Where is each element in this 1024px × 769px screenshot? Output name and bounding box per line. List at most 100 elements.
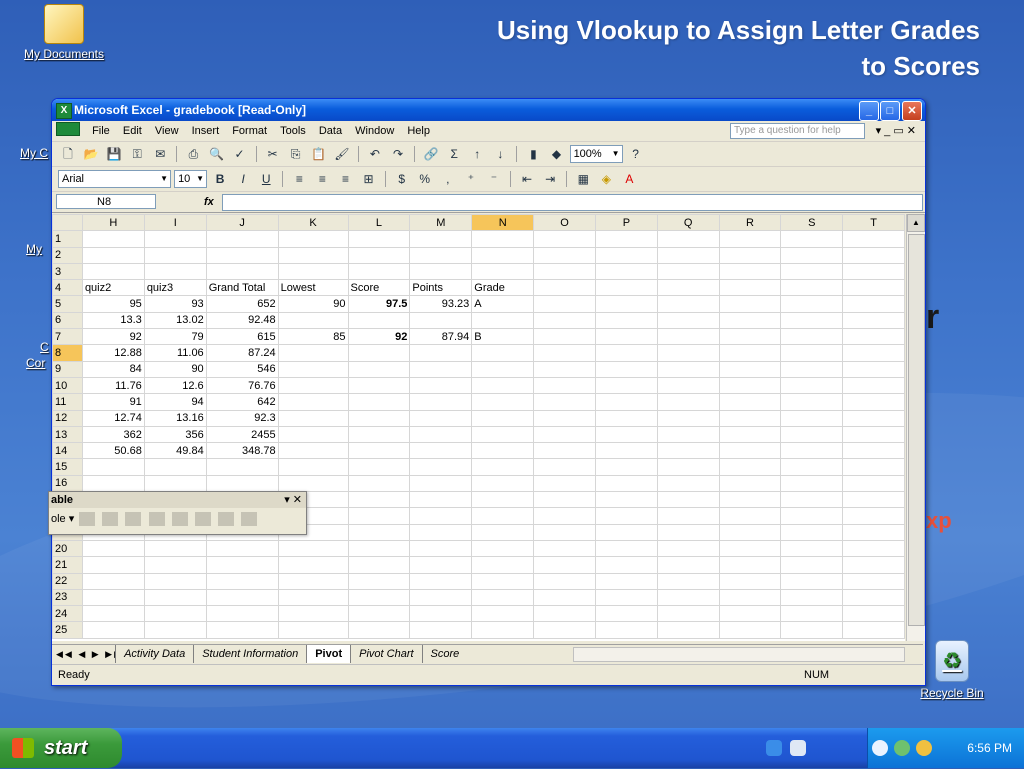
network-icon[interactable] xyxy=(894,740,910,756)
row-header[interactable]: 2 xyxy=(52,246,83,264)
cell[interactable] xyxy=(594,376,658,395)
cell[interactable] xyxy=(347,262,411,281)
undo-icon[interactable]: ↶ xyxy=(366,145,384,163)
cell[interactable] xyxy=(718,262,782,281)
desktop-peek-label[interactable]: My C xyxy=(20,146,48,160)
cell[interactable] xyxy=(409,621,473,639)
cell[interactable] xyxy=(81,556,145,574)
redo-icon[interactable]: ↷ xyxy=(389,145,407,163)
cell[interactable] xyxy=(409,376,473,395)
row-header[interactable]: 25 xyxy=(52,621,83,639)
cell[interactable]: 93 xyxy=(143,295,207,313)
cell[interactable] xyxy=(409,425,473,444)
font-color-icon[interactable]: A xyxy=(620,170,638,188)
cell[interactable] xyxy=(205,539,279,558)
column-header[interactable]: P xyxy=(594,214,658,232)
open-icon[interactable]: 📂 xyxy=(82,145,100,163)
cell[interactable] xyxy=(347,458,411,476)
row-header[interactable]: 10 xyxy=(52,376,83,395)
percent-icon[interactable]: % xyxy=(416,170,434,188)
cell[interactable] xyxy=(143,458,207,476)
cell[interactable] xyxy=(842,572,905,590)
sort-ascending-icon[interactable]: ↑ xyxy=(468,145,486,163)
cell[interactable] xyxy=(656,605,720,623)
cell[interactable] xyxy=(842,556,905,574)
cell[interactable]: 11.76 xyxy=(81,376,145,395)
cell[interactable] xyxy=(347,491,411,509)
desktop-peek-label[interactable]: Cor xyxy=(26,356,45,370)
cell[interactable] xyxy=(842,442,905,460)
cell[interactable] xyxy=(533,328,596,346)
cell[interactable] xyxy=(656,230,720,248)
cell[interactable] xyxy=(656,360,720,378)
cell[interactable] xyxy=(718,393,782,411)
cell[interactable] xyxy=(842,605,905,623)
cell[interactable] xyxy=(205,588,279,607)
cell[interactable] xyxy=(842,474,905,493)
font-select[interactable]: Arial ▼ xyxy=(58,170,171,189)
cell[interactable] xyxy=(205,572,279,590)
align-right-icon[interactable]: ≡ xyxy=(337,170,355,188)
cell[interactable] xyxy=(277,393,349,411)
cell[interactable] xyxy=(594,556,658,574)
cell[interactable] xyxy=(347,409,411,427)
workbook-window-controls[interactable]: ▾ _ ▭ ✕ xyxy=(871,121,921,141)
cell[interactable] xyxy=(842,507,905,525)
cell[interactable] xyxy=(594,311,658,330)
cell[interactable]: 91 xyxy=(81,393,145,411)
cell[interactable] xyxy=(842,458,905,476)
cell[interactable] xyxy=(656,328,720,346)
cell[interactable] xyxy=(533,262,596,281)
cell[interactable] xyxy=(277,605,349,623)
cell[interactable] xyxy=(656,409,720,427)
cell[interactable]: 79 xyxy=(143,328,207,346)
cell[interactable] xyxy=(780,442,844,460)
cell[interactable]: Score xyxy=(347,279,411,297)
cell[interactable] xyxy=(409,588,473,607)
cell[interactable] xyxy=(842,360,905,378)
cell[interactable] xyxy=(533,621,596,639)
cell[interactable] xyxy=(780,230,844,248)
cell[interactable] xyxy=(842,491,905,509)
menu-insert[interactable]: Insert xyxy=(187,121,225,141)
cell[interactable] xyxy=(143,588,207,607)
cell[interactable]: 50.68 xyxy=(81,442,145,460)
cell[interactable]: quiz2 xyxy=(81,279,145,297)
format-report-icon[interactable] xyxy=(79,512,96,527)
cell[interactable] xyxy=(780,376,844,395)
desktop-peek-label[interactable]: My xyxy=(26,242,42,256)
cell[interactable] xyxy=(594,442,658,460)
row-header[interactable]: 3 xyxy=(52,262,83,281)
menu-edit[interactable]: Edit xyxy=(118,121,147,141)
cell[interactable] xyxy=(409,458,473,476)
cell[interactable] xyxy=(143,474,207,493)
row-header[interactable]: 7 xyxy=(52,328,83,346)
workbook-icon[interactable] xyxy=(56,122,80,136)
cell[interactable] xyxy=(347,311,411,330)
cell[interactable] xyxy=(780,474,844,493)
cell[interactable]: 12.6 xyxy=(143,376,207,395)
cell[interactable] xyxy=(409,393,473,411)
cell[interactable] xyxy=(656,523,720,541)
cell[interactable] xyxy=(471,360,535,378)
horizontal-scrollbar[interactable] xyxy=(573,647,905,662)
cell[interactable] xyxy=(780,344,844,362)
row-header[interactable]: 14 xyxy=(52,442,83,460)
cell[interactable] xyxy=(533,230,596,248)
cell[interactable] xyxy=(81,246,145,264)
cell[interactable] xyxy=(81,458,145,476)
cell[interactable] xyxy=(533,442,596,460)
cell[interactable] xyxy=(277,262,349,281)
sheet-tab[interactable]: Pivot xyxy=(306,645,351,663)
cell[interactable] xyxy=(205,621,279,639)
autosum-icon[interactable]: Σ xyxy=(445,145,463,163)
cell[interactable] xyxy=(656,311,720,330)
security-icon[interactable] xyxy=(916,740,932,756)
cell[interactable] xyxy=(409,262,473,281)
cut-icon[interactable]: ✂ xyxy=(264,145,282,163)
cell[interactable] xyxy=(594,246,658,264)
cell[interactable] xyxy=(718,474,782,493)
row-header[interactable]: 13 xyxy=(52,425,83,444)
row-header[interactable]: 21 xyxy=(52,556,83,574)
cell[interactable] xyxy=(409,523,473,541)
